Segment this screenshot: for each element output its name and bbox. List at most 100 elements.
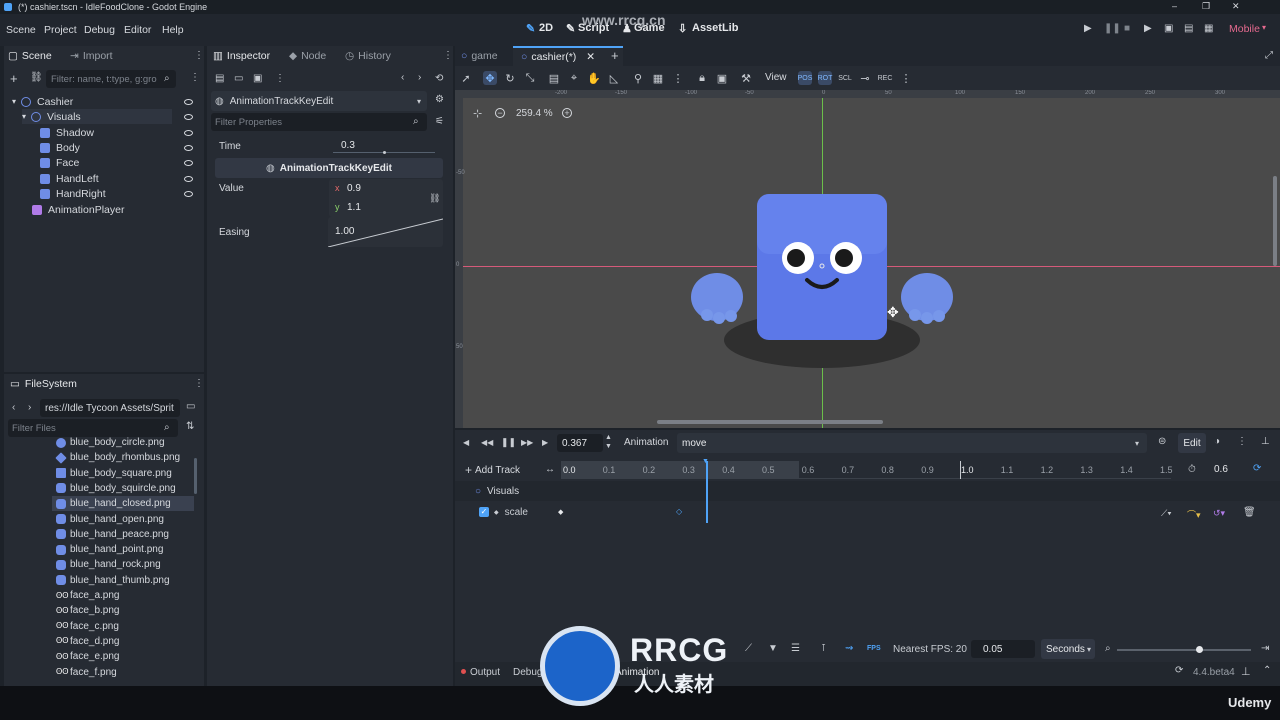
renderer-select[interactable]: Mobile [1229, 23, 1260, 35]
stop-icon[interactable]: ■ [1124, 23, 1130, 34]
file-list-item[interactable]: ʘʘ face_c.png [56, 619, 119, 634]
snap-options-icon[interactable]: ⋮ [671, 71, 685, 85]
zoom-level[interactable]: 259.4 % [516, 108, 553, 119]
file-list-item[interactable]: blue_body_squircle.png [56, 481, 176, 496]
visibility-eye-icon[interactable] [184, 191, 193, 197]
key-position-icon[interactable]: POS [798, 71, 812, 85]
x-value[interactable]: 0.9 [347, 183, 361, 194]
menu-scene[interactable]: Scene [6, 24, 36, 36]
add-scene-tab-icon[interactable]: + [611, 48, 619, 63]
tree-item-animationplayer[interactable]: AnimationPlayer [32, 202, 124, 217]
file-list-item[interactable]: blue_body_square.png [56, 466, 172, 481]
track-list-icon[interactable]: ☰ [791, 643, 800, 654]
time-field[interactable]: 0.3 [331, 136, 437, 154]
loop-wrap-icon[interactable]: ↺▾ [1213, 508, 1225, 519]
tab-import[interactable]: ⇥ Import [70, 46, 113, 66]
grid-snap-icon[interactable]: ▦ [651, 71, 665, 85]
fps-toggle-icon[interactable]: FPS [867, 645, 881, 652]
history-forward-icon[interactable]: › [418, 72, 421, 83]
snap-unit-select[interactable]: Seconds ▾ [1041, 639, 1095, 659]
fit-timeline-icon[interactable]: ⇥ [1261, 643, 1269, 654]
property-filter-input[interactable]: Filter Properties [211, 113, 427, 131]
scene-filter-input[interactable]: Filter: name, t:type, g:gro [46, 70, 176, 88]
sort-icon[interactable]: ⇅ [186, 421, 194, 432]
play-start-icon[interactable]: ▶ [542, 438, 548, 447]
movie-icon[interactable]: ▤ [1184, 23, 1193, 34]
object-tools-icon[interactable]: ⚙ [435, 94, 444, 105]
file-list-item[interactable]: blue_hand_point.png [56, 542, 163, 557]
playhead-handle[interactable]: ▼ [702, 458, 709, 465]
animation-menu-icon[interactable]: ⋮ [899, 71, 913, 85]
time-slider-handle[interactable] [383, 151, 386, 154]
bone-icon[interactable]: ⚒ [739, 71, 753, 85]
tree-item-handleft[interactable]: HandLeft [40, 171, 99, 186]
tree-item-shadow[interactable]: Shadow [40, 125, 94, 140]
resource-menu-icon[interactable]: ⋮ [275, 73, 285, 84]
remote-debug-icon[interactable]: ▦ [1204, 23, 1213, 34]
play-custom-icon[interactable]: ▣ [1164, 23, 1173, 34]
delete-track-icon[interactable]: 🗑︎ [1243, 507, 1256, 518]
update-mode-icon[interactable]: ⌒▾ [1187, 508, 1201, 521]
current-time-field[interactable]: 0.367 [557, 434, 603, 452]
filter-tracks-icon[interactable]: ▼ [768, 643, 778, 654]
close-tab-icon[interactable]: ✕ [586, 51, 595, 63]
animation-menu[interactable]: Animation [624, 437, 668, 448]
y-value[interactable]: 1.1 [347, 202, 361, 213]
scene-filter-menu-icon[interactable]: ⋮ [190, 72, 200, 83]
add-track-button[interactable]: + Add Track [465, 463, 520, 477]
history-list-icon[interactable]: ⟲ [435, 73, 443, 84]
file-list-item[interactable]: ʘʘ face_a.png [56, 588, 120, 603]
file-list-item[interactable]: blue_hand_thumb.png [56, 573, 170, 588]
visibility-eye-icon[interactable] [184, 176, 193, 182]
section-header[interactable]: ◍ AnimationTrackKeyEdit [215, 158, 443, 178]
tab-cashier-scene[interactable]: ○ cashier(*) ✕ [513, 46, 623, 66]
zoom-out-icon[interactable]: − [495, 108, 505, 118]
edit-button[interactable]: Edit [1178, 433, 1206, 453]
file-list-item[interactable]: blue_hand_open.png [56, 512, 164, 527]
file-list-item[interactable]: blue_hand_rock.png [56, 557, 161, 572]
file-list-item[interactable]: ʘʘ face_d.png [56, 634, 120, 649]
play-icon[interactable]: ▶▶ [521, 438, 533, 447]
filter-settings-icon[interactable]: ⚟ [435, 116, 444, 127]
menu-help[interactable]: Help [162, 24, 184, 36]
file-list-item[interactable]: ʘʘ face_b.png [56, 603, 120, 618]
tree-item-body[interactable]: Body [40, 140, 80, 155]
back-icon[interactable]: ‹ [12, 402, 15, 413]
split-view-icon[interactable]: ▭ [186, 401, 195, 412]
pause-icon[interactable]: ❚❚ [1104, 23, 1121, 34]
scrollbar[interactable] [194, 458, 197, 494]
cashier-character[interactable] [675, 180, 975, 380]
vertical-scrollbar[interactable] [1273, 176, 1277, 266]
panel-pin-icon[interactable]: ⊥ [1241, 665, 1251, 678]
pivot-tool-icon[interactable]: ⌖ [567, 71, 581, 85]
horizontal-scrollbar[interactable] [657, 420, 883, 424]
bezier-icon[interactable]: ⟋ [745, 643, 752, 654]
playhead[interactable] [706, 461, 708, 523]
save-resource-icon[interactable]: ▣ [253, 73, 262, 84]
track-enabled-checkbox[interactable]: ✓ [479, 507, 489, 517]
file-list-item[interactable]: blue_body_circle.png [56, 435, 165, 450]
pause-icon[interactable]: ❚❚ [501, 437, 516, 448]
zoom-fit-icon[interactable]: ↔ [545, 464, 555, 475]
maximize-icon[interactable]: ❐ [1202, 1, 1210, 12]
snap-timeline-icon[interactable]: ⇝ [845, 643, 853, 654]
zoom-in-icon[interactable]: + [562, 108, 572, 118]
filesystem-path-input[interactable]: res://Idle Tycoon Assets/Sprit [40, 399, 180, 417]
tree-item-handright[interactable]: HandRight [40, 186, 106, 201]
keyframe-0[interactable]: ◆ [558, 508, 563, 516]
close-icon[interactable]: ✕ [1232, 1, 1240, 12]
dock-menu-icon[interactable]: ⋮ [194, 378, 204, 389]
dock-menu-icon[interactable]: ⋮ [194, 50, 204, 61]
tree-item-face[interactable]: Face [40, 155, 79, 170]
forward-icon[interactable]: › [28, 402, 31, 413]
onion-skin-icon[interactable]: ◑ [1214, 436, 1220, 447]
play-icon[interactable]: ▶ [1084, 23, 1092, 34]
play-backwards-start-icon[interactable]: ◀ [463, 438, 469, 447]
file-list-item[interactable]: blue_hand_peace.png [56, 527, 169, 542]
smart-snap-icon[interactable]: ⚲ [631, 71, 645, 85]
link-icon[interactable]: ⛓ [30, 72, 43, 83]
file-list-item[interactable]: ʘʘ face_e.png [56, 649, 120, 664]
pan-tool-icon[interactable]: ✋ [587, 71, 601, 85]
move-tool-icon[interactable]: ✥ [483, 71, 497, 85]
tab-filesystem[interactable]: ▭ FileSystem [10, 374, 77, 394]
